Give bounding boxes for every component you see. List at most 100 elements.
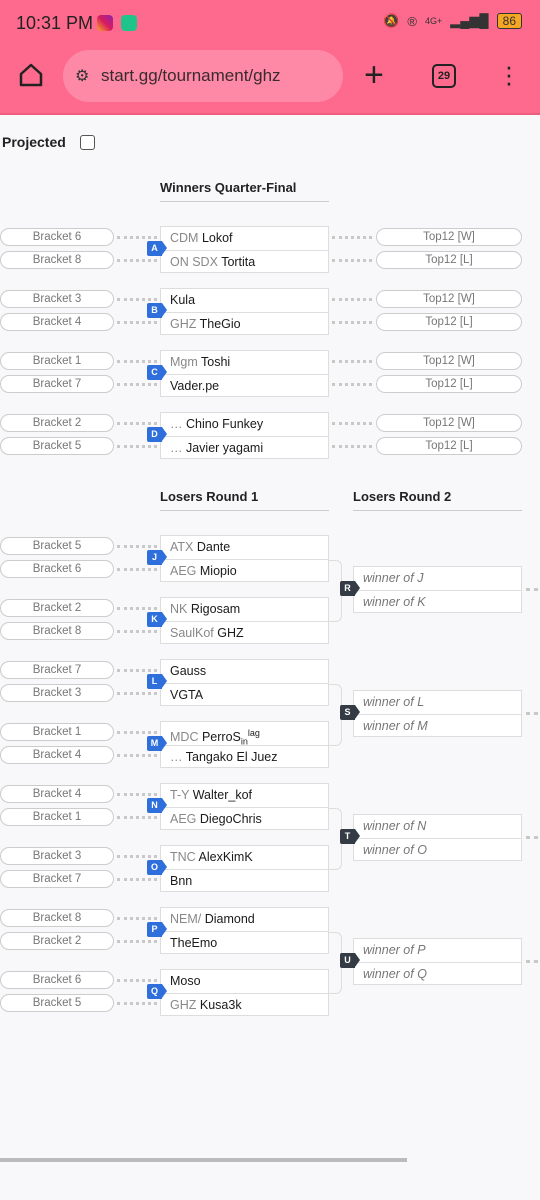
match-id-badge[interactable]: B: [147, 303, 167, 318]
player-slot[interactable]: GHZ Kusa3k: [161, 992, 328, 1016]
source-pill[interactable]: Bracket 7: [0, 661, 114, 679]
match-box[interactable]: winner of Lwinner of M: [353, 690, 522, 737]
destination-pill[interactable]: Top12 [L]: [376, 375, 522, 393]
match-box[interactable]: Mgm Toshi Vader.pe: [160, 350, 329, 397]
player-slot-placeholder[interactable]: winner of O: [354, 837, 521, 861]
match-id-badge[interactable]: S: [340, 705, 360, 720]
player-slot[interactable]: NK Rigosam: [161, 598, 328, 621]
projected-checkbox[interactable]: [80, 135, 95, 150]
source-pill[interactable]: Bracket 4: [0, 746, 114, 764]
destination-pill[interactable]: Top12 [L]: [376, 251, 522, 269]
site-settings-icon[interactable]: ⚙: [75, 66, 101, 86]
match-box[interactable]: … Chino Funkey… Javier yagami: [160, 412, 329, 459]
source-pill[interactable]: Bracket 8: [0, 251, 114, 269]
source-pill[interactable]: Bracket 5: [0, 994, 114, 1012]
player-slot[interactable]: AEG DiegoChris: [161, 806, 328, 830]
match-id-badge[interactable]: C: [147, 365, 167, 380]
match-id-badge[interactable]: L: [147, 674, 167, 689]
destination-pill[interactable]: Top12 [W]: [376, 290, 522, 308]
player-slot[interactable]: Gauss: [161, 660, 328, 683]
match-id-badge[interactable]: A: [147, 241, 167, 256]
source-pill[interactable]: Bracket 7: [0, 870, 114, 888]
player-slot[interactable]: GHZ TheGio: [161, 311, 328, 335]
match-box[interactable]: TNC AlexKimK Bnn: [160, 845, 329, 892]
player-slot[interactable]: Vader.pe: [161, 373, 328, 397]
url-text[interactable]: start.gg/tournament/ghz: [101, 66, 281, 86]
match-box[interactable]: winner of Nwinner of O: [353, 814, 522, 861]
match-box[interactable]: Moso GHZ Kusa3k: [160, 969, 329, 1016]
match-id-badge[interactable]: R: [340, 581, 360, 596]
match-box[interactable]: MDC PerroSinlag… Tangako El Juez: [160, 721, 329, 768]
more-menu-icon[interactable]: · · ·: [504, 53, 514, 95]
match-id-badge[interactable]: K: [147, 612, 167, 627]
source-pill[interactable]: Bracket 8: [0, 909, 114, 927]
player-slot[interactable]: Moso: [161, 970, 328, 993]
match-box[interactable]: winner of Jwinner of K: [353, 566, 522, 613]
source-pill[interactable]: Bracket 6: [0, 560, 114, 578]
player-slot-placeholder[interactable]: winner of J: [354, 567, 521, 590]
source-pill[interactable]: Bracket 1: [0, 808, 114, 826]
match-id-badge[interactable]: Q: [147, 984, 167, 999]
player-slot[interactable]: MDC PerroSinlag: [161, 722, 328, 747]
player-slot-placeholder[interactable]: winner of L: [354, 691, 521, 714]
match-id-badge[interactable]: T: [340, 829, 360, 844]
match-box[interactable]: Gauss VGTA: [160, 659, 329, 706]
destination-pill[interactable]: Top12 [L]: [376, 437, 522, 455]
match-box[interactable]: NEM/ Diamond TheEmo: [160, 907, 329, 954]
tab-switcher-button[interactable]: 29: [432, 64, 456, 88]
match-box[interactable]: winner of Pwinner of Q: [353, 938, 522, 985]
player-slot[interactable]: AEG Miopio: [161, 558, 328, 582]
match-id-badge[interactable]: P: [147, 922, 167, 937]
player-slot-placeholder[interactable]: winner of Q: [354, 961, 521, 985]
source-pill[interactable]: Bracket 3: [0, 684, 114, 702]
source-pill[interactable]: Bracket 2: [0, 599, 114, 617]
player-slot-placeholder[interactable]: winner of N: [354, 815, 521, 838]
player-slot[interactable]: … Chino Funkey: [161, 413, 328, 436]
source-pill[interactable]: Bracket 6: [0, 228, 114, 246]
source-pill[interactable]: Bracket 3: [0, 290, 114, 308]
source-pill[interactable]: Bracket 5: [0, 437, 114, 455]
match-box[interactable]: NK Rigosam SaulKof GHZ: [160, 597, 329, 644]
source-pill[interactable]: Bracket 6: [0, 971, 114, 989]
player-slot[interactable]: Bnn: [161, 868, 328, 892]
destination-pill[interactable]: Top12 [W]: [376, 414, 522, 432]
player-slot[interactable]: … Javier yagami: [161, 435, 328, 459]
match-id-badge[interactable]: D: [147, 427, 167, 442]
player-slot-placeholder[interactable]: winner of K: [354, 589, 521, 613]
match-box[interactable]: ATX Dante AEG Miopio: [160, 535, 329, 582]
source-pill[interactable]: Bracket 8: [0, 622, 114, 640]
player-slot[interactable]: VGTA: [161, 682, 328, 706]
source-pill[interactable]: Bracket 4: [0, 313, 114, 331]
source-pill[interactable]: Bracket 4: [0, 785, 114, 803]
player-slot[interactable]: TheEmo: [161, 930, 328, 954]
player-slot-placeholder[interactable]: winner of P: [354, 939, 521, 962]
destination-pill[interactable]: Top12 [W]: [376, 228, 522, 246]
player-slot[interactable]: Kula: [161, 289, 328, 312]
destination-pill[interactable]: Top12 [L]: [376, 313, 522, 331]
source-pill[interactable]: Bracket 3: [0, 847, 114, 865]
player-slot[interactable]: T-Y Walter_kof: [161, 784, 328, 807]
player-slot-placeholder[interactable]: winner of M: [354, 713, 521, 737]
source-pill[interactable]: Bracket 1: [0, 352, 114, 370]
player-slot[interactable]: NEM/ Diamond: [161, 908, 328, 931]
new-tab-icon[interactable]: +: [364, 58, 384, 92]
player-slot[interactable]: ATX Dante: [161, 536, 328, 559]
player-slot[interactable]: ON SDX Tortita: [161, 249, 328, 273]
player-slot[interactable]: SaulKof GHZ: [161, 620, 328, 644]
match-box[interactable]: CDM Lokof ON SDX Tortita: [160, 226, 329, 273]
source-pill[interactable]: Bracket 7: [0, 375, 114, 393]
match-id-badge[interactable]: M: [147, 736, 167, 751]
player-slot[interactable]: CDM Lokof: [161, 227, 328, 250]
player-slot[interactable]: … Tangako El Juez: [161, 744, 328, 768]
source-pill[interactable]: Bracket 2: [0, 414, 114, 432]
match-id-badge[interactable]: O: [147, 860, 167, 875]
match-box[interactable]: Kula GHZ TheGio: [160, 288, 329, 335]
match-box[interactable]: T-Y Walter_kof AEG DiegoChris: [160, 783, 329, 830]
source-pill[interactable]: Bracket 2: [0, 932, 114, 950]
match-id-badge[interactable]: U: [340, 953, 360, 968]
player-slot[interactable]: TNC AlexKimK: [161, 846, 328, 869]
source-pill[interactable]: Bracket 1: [0, 723, 114, 741]
source-pill[interactable]: Bracket 5: [0, 537, 114, 555]
match-id-badge[interactable]: J: [147, 550, 167, 565]
home-icon[interactable]: [18, 62, 44, 88]
